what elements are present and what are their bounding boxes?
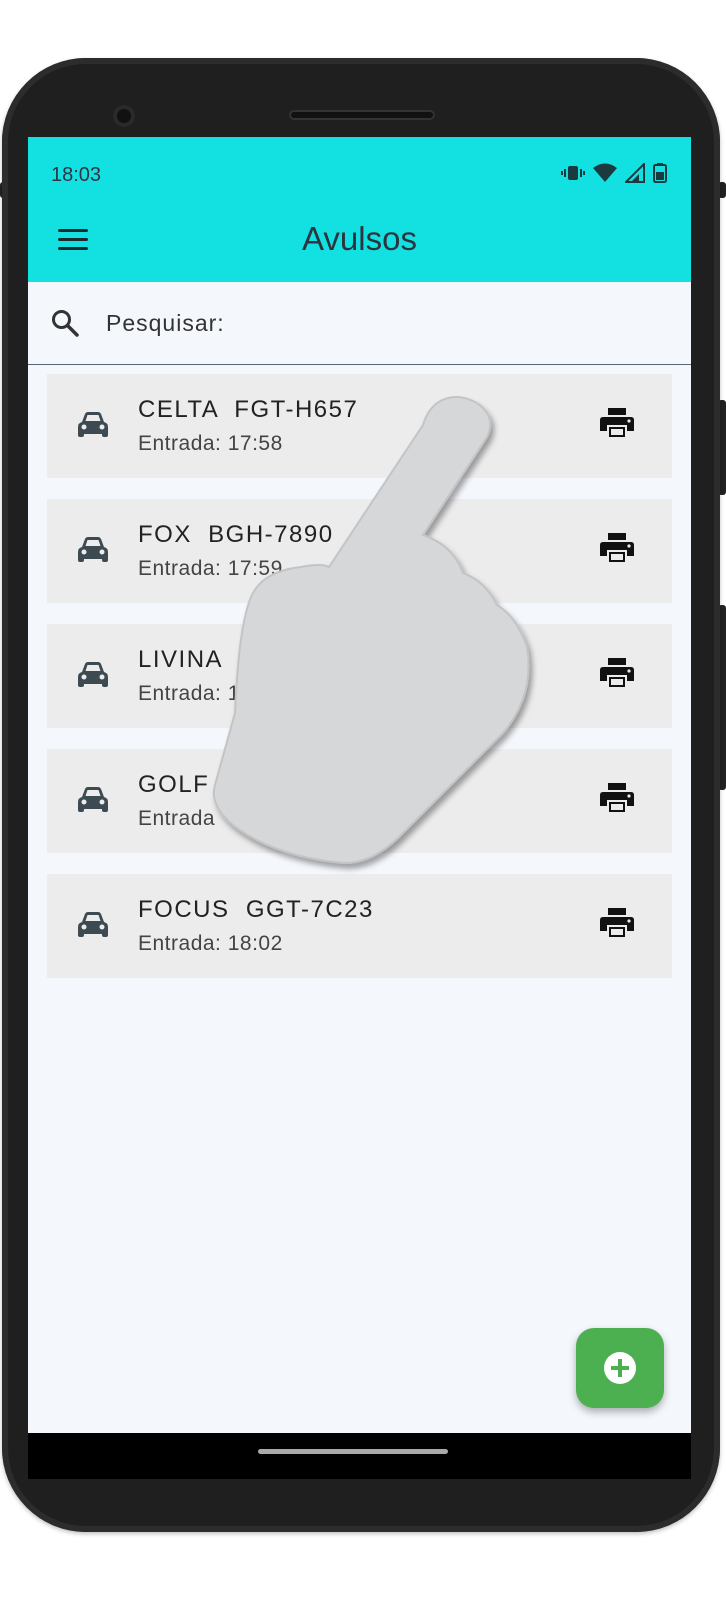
status-time: 18:03	[51, 164, 102, 186]
battery-icon	[653, 163, 667, 183]
vibrate-icon	[561, 166, 585, 180]
search-bar	[28, 282, 691, 365]
add-button[interactable]	[576, 1328, 664, 1408]
print-icon[interactable]	[600, 658, 634, 688]
list-item[interactable]: FOCUS GGT-7C23 Entrada: 18:02	[47, 874, 672, 978]
signal-icon	[625, 163, 645, 183]
search-input[interactable]	[104, 302, 668, 344]
home-indicator[interactable]	[258, 1449, 448, 1454]
page-title: Avulsos	[302, 220, 417, 257]
add-circle-icon	[604, 1352, 636, 1384]
print-icon[interactable]	[600, 908, 634, 938]
car-icon	[78, 412, 108, 437]
pointing-hand-icon	[212, 396, 530, 865]
entry-time: Entrada	[138, 807, 216, 830]
front-camera	[113, 105, 135, 127]
status-icons	[561, 163, 667, 183]
car-icon	[78, 662, 108, 687]
wifi-icon	[593, 163, 617, 182]
print-icon[interactable]	[600, 408, 634, 438]
print-icon[interactable]	[600, 783, 634, 813]
earpiece-speaker	[289, 110, 435, 120]
entry-time: Entrada: 18:02	[138, 932, 283, 955]
search-icon[interactable]	[50, 308, 80, 338]
app-bar: 18:03 Avulsos	[28, 137, 691, 282]
print-icon[interactable]	[600, 533, 634, 563]
car-icon	[78, 787, 108, 812]
vehicle-title: FOCUS GGT-7C23	[138, 896, 374, 923]
car-icon	[78, 537, 108, 562]
car-icon	[78, 912, 108, 937]
system-nav-bar	[28, 1433, 691, 1479]
